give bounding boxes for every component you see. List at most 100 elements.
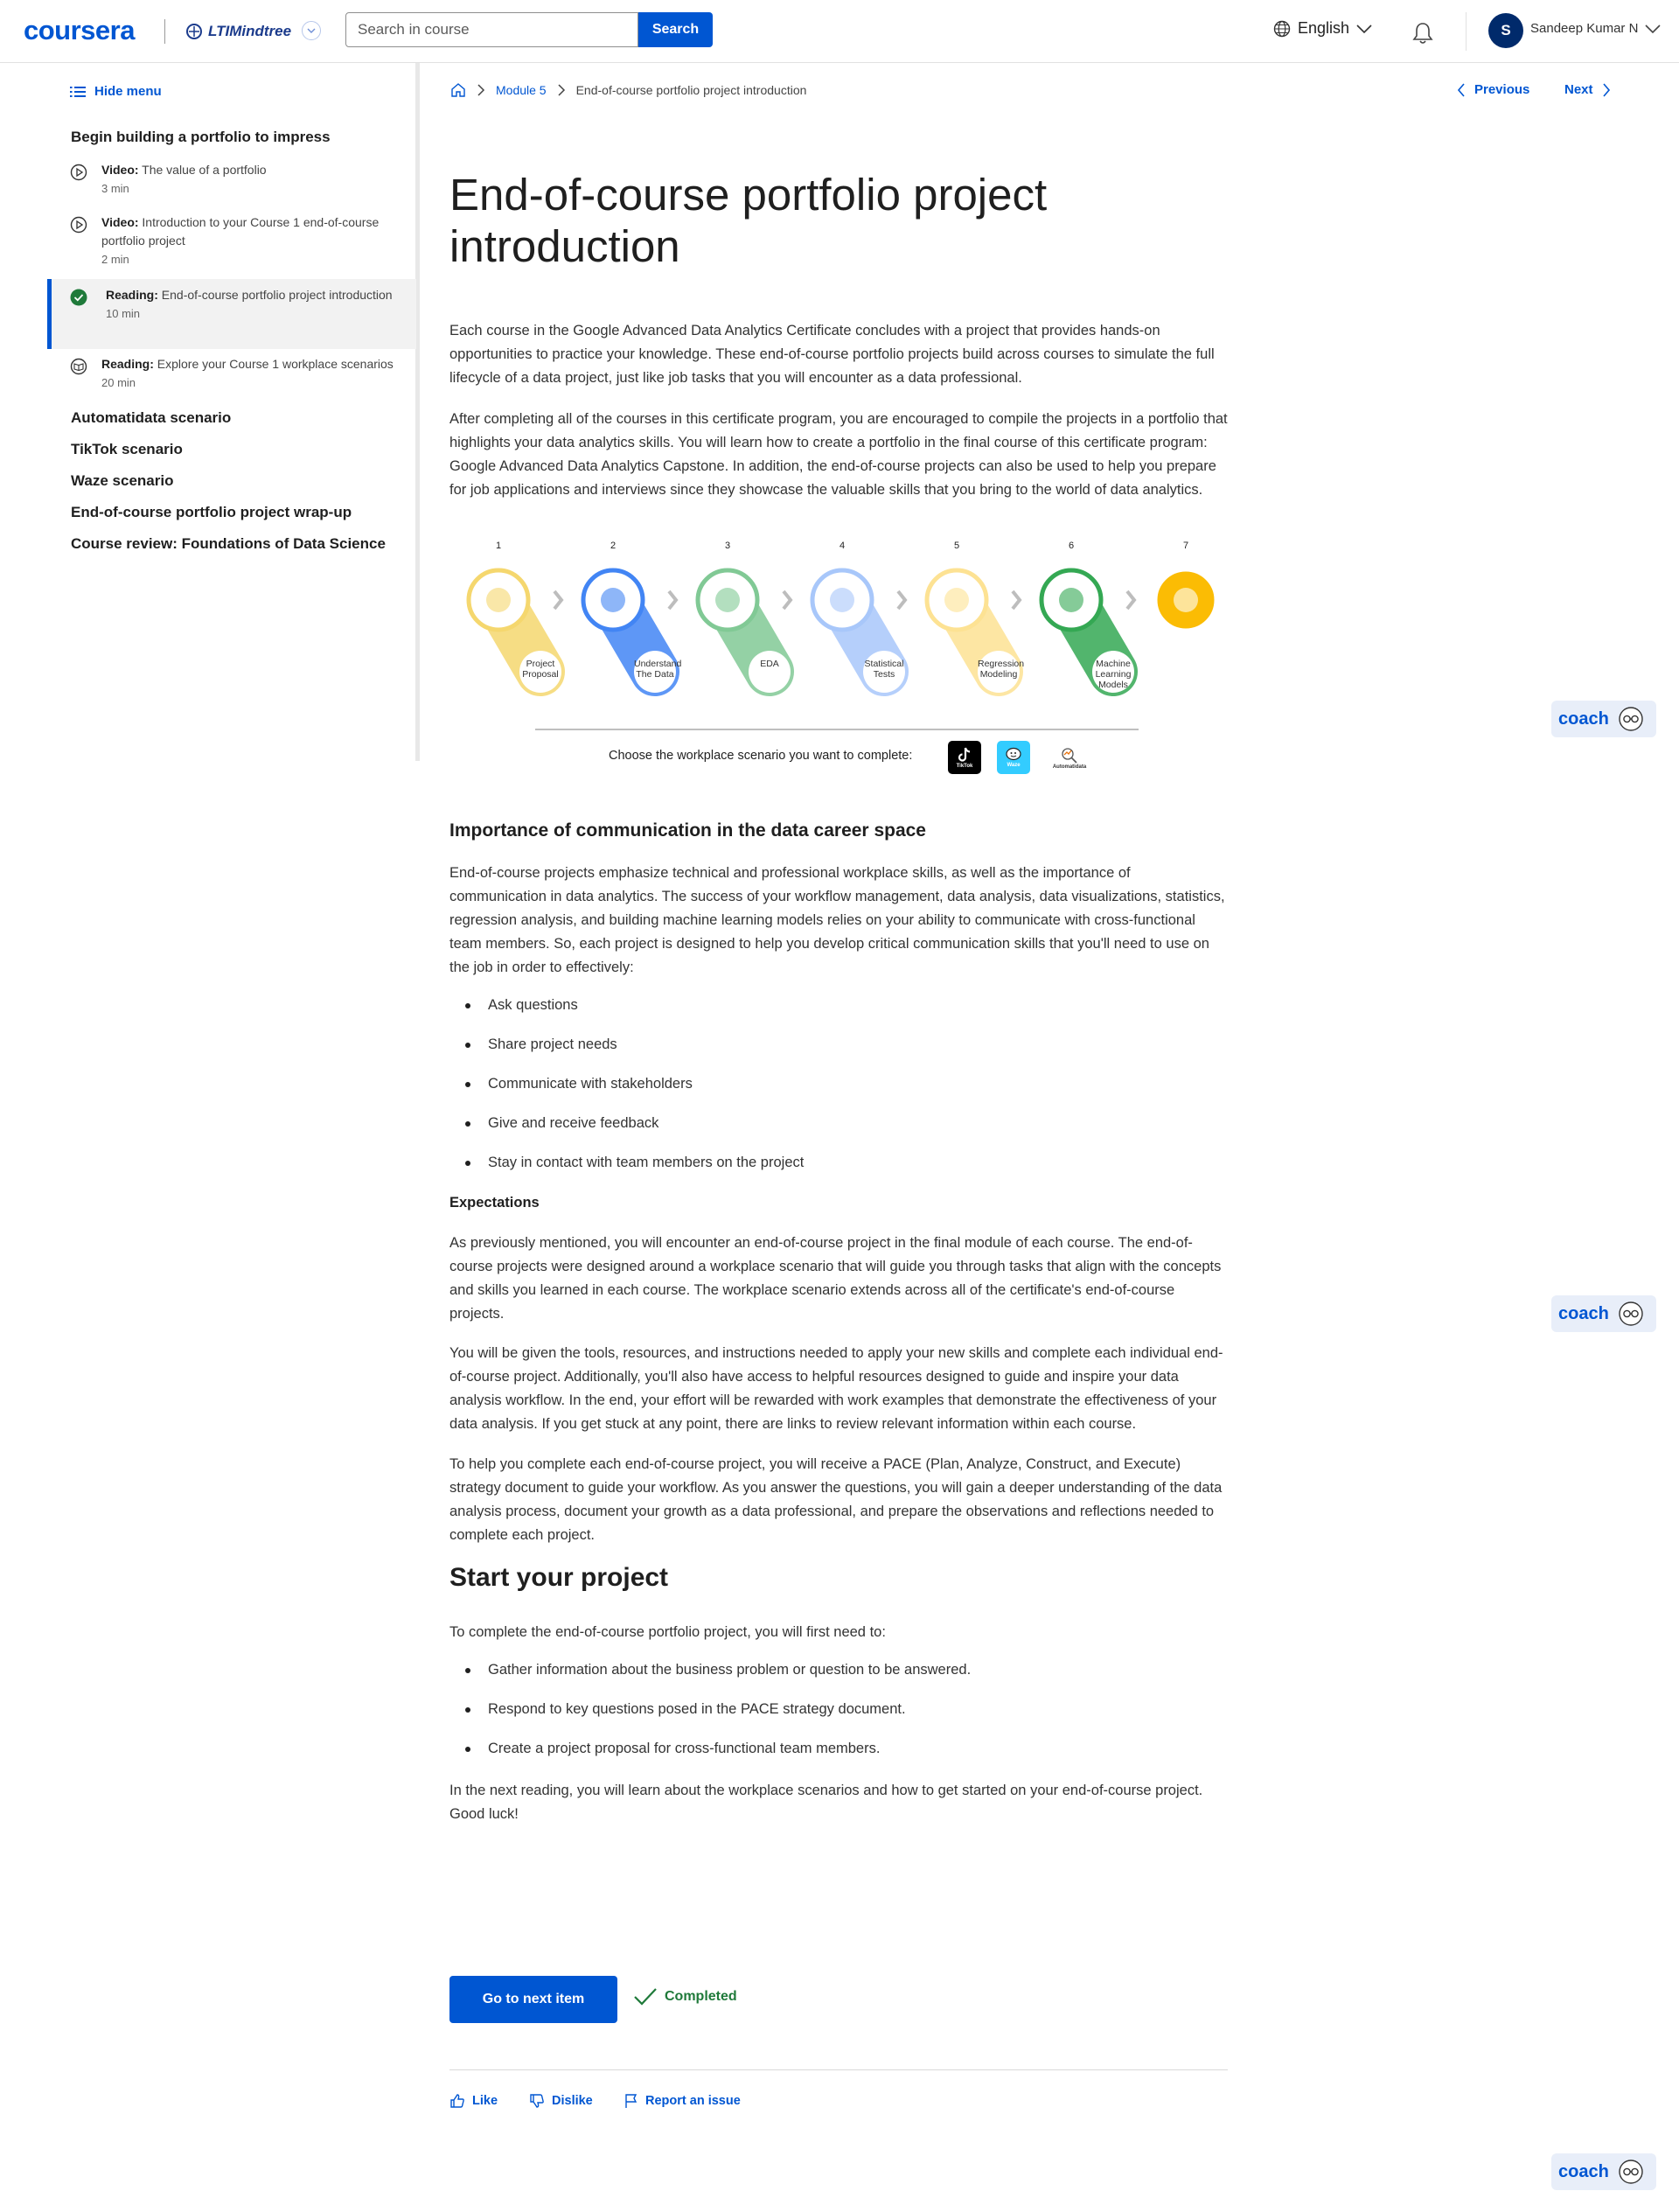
step-label: EDA xyxy=(760,659,779,669)
tiktok-icon: TikTok xyxy=(948,741,981,774)
intro-paragraph: Each course in the Google Advanced Data … xyxy=(449,323,1215,386)
sidebar-section-tiktok[interactable]: TikTok scenario xyxy=(71,441,183,458)
sidebar-item-portfolio-intro-reading[interactable]: Reading: End-of-course portfolio project… xyxy=(47,279,416,349)
step-label-circle xyxy=(749,651,791,693)
list-item: Stay in contact with team members on the… xyxy=(465,1155,804,1171)
step-icon-inner xyxy=(601,588,625,612)
coursera-logo[interactable]: coursera xyxy=(24,15,135,46)
item-duration: 2 min xyxy=(101,253,129,266)
search-input[interactable]: Search in course xyxy=(345,12,638,47)
sidebar-section-waze[interactable]: Waze scenario xyxy=(71,472,173,490)
step-icon-inner xyxy=(486,588,511,612)
checkmark-icon xyxy=(634,1988,657,2006)
step-label: Machine Learning Models xyxy=(1095,659,1132,690)
chevron-right-icon xyxy=(896,590,908,611)
next-button[interactable]: Next xyxy=(1564,82,1611,97)
chevron-right-icon xyxy=(782,590,793,611)
start-project-heading: Start your project xyxy=(449,1563,669,1592)
importance-heading: Importance of communication in the data … xyxy=(449,820,926,841)
item-duration: 10 min xyxy=(106,307,141,320)
expectations-paragraph-1: As previously mentioned, you will encoun… xyxy=(449,1235,1222,1322)
partner-logo[interactable]: LTIMindtree xyxy=(185,19,291,44)
flag-icon xyxy=(625,2094,637,2108)
top-header: coursera LTIMindtree Search in course Se… xyxy=(0,0,1679,63)
step-number: 3 xyxy=(724,541,731,551)
footer-divider xyxy=(449,2069,1228,2070)
chevron-right-icon xyxy=(558,84,565,96)
coach-button[interactable]: coach xyxy=(1551,701,1656,737)
go-to-next-item-button[interactable]: Go to next item xyxy=(449,1976,617,2023)
report-label: Report an issue xyxy=(645,2094,741,2108)
expectations-paragraph-3: To help you complete each end-of-course … xyxy=(449,1456,1223,1543)
check-circle-icon xyxy=(70,289,87,311)
step-number: 5 xyxy=(953,541,960,551)
thumbs-up-icon xyxy=(450,2094,464,2108)
sidebar-item-value-of-portfolio[interactable]: Video: The value of a portfolio 3 min xyxy=(47,161,416,205)
step-number: 4 xyxy=(839,541,846,551)
hide-menu-button[interactable]: Hide menu xyxy=(70,84,162,99)
search-button[interactable]: Search xyxy=(638,12,713,47)
list-item: Communicate with stakeholders xyxy=(465,1076,693,1092)
page-title: End-of-course portfolio project introduc… xyxy=(449,170,1048,271)
chevron-right-icon xyxy=(1011,590,1022,611)
step-label: Statistical Tests xyxy=(864,659,904,680)
next-label: Next xyxy=(1564,82,1593,97)
expectations-heading: Expectations xyxy=(449,1195,540,1211)
report-issue-button[interactable]: Report an issue xyxy=(624,2093,741,2109)
item-title: Introduction to your Course 1 end-of-cou… xyxy=(101,215,380,248)
globe-icon xyxy=(1273,20,1291,37)
coach-glasses-icon xyxy=(1619,1301,1643,1326)
item-title: Explore your Course 1 workplace scenario… xyxy=(157,357,394,371)
tiktok-label: TikTok xyxy=(956,764,973,769)
play-circle-icon xyxy=(70,216,87,239)
automatidata-icon: Automatidata xyxy=(1046,741,1093,774)
chevron-left-icon xyxy=(1457,82,1465,97)
waze-icon: Waze xyxy=(997,741,1030,774)
list-icon xyxy=(70,86,86,97)
waze-label: Waze xyxy=(1007,763,1021,768)
breadcrumb-module[interactable]: Module 5 xyxy=(496,83,547,97)
list-item: Create a project proposal for cross-func… xyxy=(465,1741,880,1757)
sidebar-item-intro-course-project[interactable]: Video: Introduction to your Course 1 end… xyxy=(47,213,416,275)
item-type: Video: xyxy=(101,163,139,177)
previous-button[interactable]: Previous xyxy=(1457,82,1529,97)
chevron-down-icon xyxy=(1645,24,1661,33)
sidebar-section-course-review[interactable]: Course review: Foundations of Data Scien… xyxy=(71,535,386,553)
breadcrumb-current: End-of-course portfolio project introduc… xyxy=(575,83,807,97)
like-button[interactable]: Like xyxy=(449,2093,498,2109)
coach-button[interactable]: coach xyxy=(1551,1295,1656,1332)
step-icon-inner xyxy=(944,588,969,612)
avatar[interactable]: S xyxy=(1488,13,1523,48)
importance-paragraph: End-of-course projects emphasize technic… xyxy=(449,865,1225,975)
logo-divider xyxy=(164,19,165,44)
chevron-right-icon xyxy=(1602,82,1610,97)
step-icon-inner xyxy=(830,588,854,612)
chevron-right-icon xyxy=(477,84,485,96)
previous-label: Previous xyxy=(1474,82,1530,97)
sidebar-item-explore-scenarios[interactable]: Reading: Explore your Course 1 workplace… xyxy=(47,355,416,399)
list-item: Give and receive feedback xyxy=(465,1115,658,1132)
item-title: End-of-course portfolio project introduc… xyxy=(161,288,393,302)
notifications-bell-icon[interactable] xyxy=(1411,21,1434,50)
sidebar-section-automatidata[interactable]: Automatidata scenario xyxy=(71,409,231,427)
home-icon[interactable] xyxy=(450,82,466,98)
like-label: Like xyxy=(472,2094,498,2108)
coach-label: coach xyxy=(1558,2161,1609,2181)
search-placeholder: Search in course xyxy=(358,21,470,38)
diagram-divider xyxy=(535,729,1139,730)
step-number: 7 xyxy=(1182,541,1189,551)
dislike-button[interactable]: Dislike xyxy=(529,2093,593,2109)
play-circle-icon xyxy=(70,164,87,186)
portfolio-paragraph: After completing all of the courses in t… xyxy=(449,411,1228,498)
user-menu[interactable]: Sandeep Kumar N xyxy=(1530,21,1661,36)
completed-status: Completed xyxy=(633,1987,737,2006)
language-selector[interactable]: English xyxy=(1273,19,1372,38)
sidebar-section-wrap-up[interactable]: End-of-course portfolio project wrap-up xyxy=(71,504,352,521)
coach-button[interactable]: coach xyxy=(1551,2153,1656,2190)
sidebar-section-title[interactable]: Begin building a portfolio to impress xyxy=(71,129,331,146)
step-number: 6 xyxy=(1068,541,1075,551)
list-item: Ask questions xyxy=(465,997,578,1014)
breadcrumb: Module 5 End-of-course portfolio project… xyxy=(450,82,806,98)
partner-menu-chevron-icon[interactable] xyxy=(302,21,321,40)
step-icon-inner xyxy=(715,588,740,612)
